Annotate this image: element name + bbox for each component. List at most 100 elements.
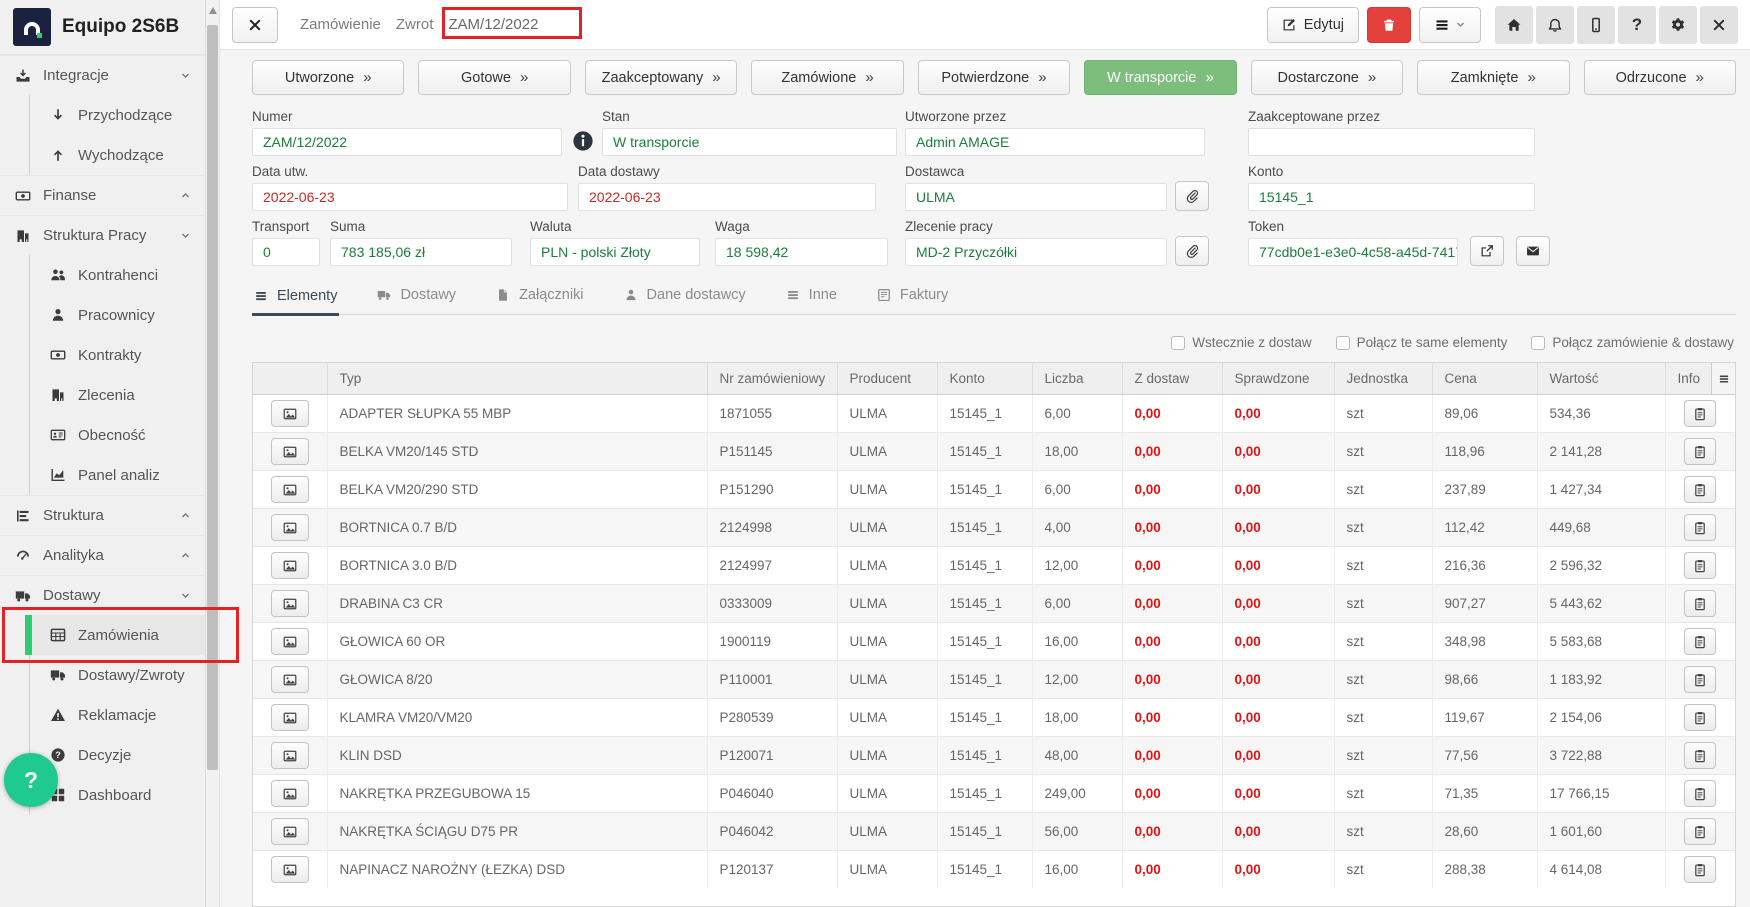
close-view-button[interactable]: [232, 7, 278, 43]
sidebar-item-integracje[interactable]: Integracje: [0, 55, 205, 95]
sidebar-item-kontrahenci[interactable]: Kontrahenci: [30, 255, 205, 295]
column-config-button[interactable]: [1711, 363, 1735, 395]
zaakceptowane-przez-value[interactable]: [1248, 128, 1535, 156]
sidebar-item-struktura[interactable]: Struktura: [0, 495, 205, 535]
row-info-button[interactable]: [1684, 438, 1716, 465]
sidebar-item-dostawy-zwroty[interactable]: Dostawy/Zwroty: [30, 655, 205, 695]
status-gotowe-button[interactable]: Gotowe»: [418, 60, 570, 95]
row-info-button[interactable]: [1684, 628, 1716, 655]
table-row[interactable]: NAKRĘTKA PRZEGUBOWA 15 P046040 ULMA 1514…: [253, 775, 1735, 813]
row-info-button[interactable]: [1684, 856, 1716, 883]
column-typ[interactable]: Typ: [327, 363, 707, 395]
tab-inne[interactable]: Inne: [784, 278, 839, 314]
column-sprawdzone[interactable]: Sprawdzone: [1222, 363, 1334, 395]
row-image-button[interactable]: [271, 552, 309, 579]
sidebar-item-obecnosc[interactable]: Obecność: [30, 415, 205, 455]
waga-value[interactable]: 18 598,42: [715, 238, 888, 266]
column-wartosc[interactable]: Wartość: [1537, 363, 1665, 395]
row-image-button[interactable]: [271, 438, 309, 465]
column-z-dostaw[interactable]: Z dostaw: [1122, 363, 1222, 395]
sidebar-item-kontrakty[interactable]: Kontrakty: [30, 335, 205, 375]
row-info-button[interactable]: [1684, 780, 1716, 807]
notifications-button[interactable]: [1536, 6, 1574, 44]
row-image-button[interactable]: [271, 818, 309, 845]
tab-dane-dostawcy[interactable]: Dane dostawcy: [622, 278, 748, 314]
table-row[interactable]: BORTNICA 3.0 B/D 2124997 ULMA 15145_1 12…: [253, 547, 1735, 585]
sidebar-item-dostawy[interactable]: Dostawy: [0, 575, 205, 615]
scrollbar-thumb[interactable]: [207, 25, 218, 770]
status-zamowione-button[interactable]: Zamówione»: [751, 60, 903, 95]
column-producent[interactable]: Producent: [837, 363, 937, 395]
table-row[interactable]: BELKA VM20/145 STD P151145 ULMA 15145_1 …: [253, 433, 1735, 471]
row-info-button[interactable]: [1684, 590, 1716, 617]
column-konto[interactable]: Konto: [937, 363, 1032, 395]
row-info-button[interactable]: [1684, 742, 1716, 769]
checkbox-icon[interactable]: [1336, 336, 1350, 350]
status-w-transporcie-button[interactable]: W transporcie»: [1084, 60, 1236, 95]
status-odrzucone-button[interactable]: Odrzucone»: [1584, 60, 1736, 95]
tab-faktury[interactable]: Faktury: [875, 278, 950, 314]
table-row[interactable]: BORTNICA 0.7 B/D 2124998 ULMA 15145_1 4,…: [253, 509, 1735, 547]
sidebar-item-analityka[interactable]: Analityka: [0, 535, 205, 575]
row-image-button[interactable]: [271, 704, 309, 731]
row-info-button[interactable]: [1684, 476, 1716, 503]
row-image-button[interactable]: [271, 590, 309, 617]
row-image-button[interactable]: [271, 742, 309, 769]
table-row[interactable]: GŁOWICA 60 OR 1900119 ULMA 15145_1 16,00…: [253, 623, 1735, 661]
row-info-button[interactable]: [1684, 666, 1716, 693]
menu-dropdown-button[interactable]: [1419, 7, 1481, 43]
status-potwierdzone-button[interactable]: Potwierdzone»: [918, 60, 1070, 95]
checkbox-icon[interactable]: [1531, 336, 1545, 350]
sidebar-item-przychodzace[interactable]: Przychodzące: [30, 95, 205, 135]
mobile-button[interactable]: [1577, 6, 1615, 44]
token-open-button[interactable]: [1470, 236, 1504, 266]
scrollbar-up-arrow-icon[interactable]: [209, 7, 217, 14]
row-image-button[interactable]: [271, 780, 309, 807]
zlecenie-pracy-value[interactable]: MD-2 Przyczółki: [905, 238, 1167, 266]
dostawca-value[interactable]: ULMA: [905, 183, 1167, 211]
checkbox-icon[interactable]: [1171, 336, 1185, 350]
page-scrollbar[interactable]: [206, 0, 220, 907]
option-wstecznie-z-dostaw[interactable]: Wstecznie z dostaw: [1171, 335, 1311, 350]
help-bubble-button[interactable]: ?: [4, 753, 58, 807]
row-info-button[interactable]: [1684, 552, 1716, 579]
sidebar-item-zamowienia[interactable]: Zamówienia: [30, 615, 205, 655]
column-jednostka[interactable]: Jednostka: [1334, 363, 1432, 395]
sidebar-item-finanse[interactable]: Finanse: [0, 175, 205, 215]
table-row[interactable]: DRABINA C3 CR 0333009 ULMA 15145_1 6,00 …: [253, 585, 1735, 623]
waluta-value[interactable]: PLN - polski Złoty: [530, 238, 700, 266]
konto-value[interactable]: 15145_1: [1248, 183, 1535, 211]
row-image-button[interactable]: [271, 400, 309, 427]
data-utw-value[interactable]: 2022-06-23: [252, 183, 568, 211]
info-icon[interactable]: [572, 130, 594, 152]
sidebar-item-decyzje[interactable]: Decyzje: [30, 735, 205, 775]
status-zaakceptowany-button[interactable]: Zaakceptowany»: [585, 60, 737, 95]
tab-zalaczniki[interactable]: Załączniki: [494, 278, 585, 314]
numer-value[interactable]: ZAM/12/2022: [252, 128, 562, 156]
sidebar-item-pracownicy[interactable]: Pracownicy: [30, 295, 205, 335]
row-info-button[interactable]: [1684, 400, 1716, 427]
row-image-button[interactable]: [271, 514, 309, 541]
zlecenie-link-button[interactable]: [1175, 236, 1209, 266]
row-image-button[interactable]: [271, 476, 309, 503]
data-dostawy-value[interactable]: 2022-06-23: [578, 183, 876, 211]
delete-button[interactable]: [1367, 7, 1411, 43]
status-zamkniete-button[interactable]: Zamknięte»: [1417, 60, 1569, 95]
sidebar-item-wychodzace[interactable]: Wychodzące: [30, 135, 205, 175]
utworzone-przez-value[interactable]: Admin AMAGE: [905, 128, 1205, 156]
column-cena[interactable]: Cena: [1432, 363, 1537, 395]
table-row[interactable]: KLIN DSD P120071 ULMA 15145_1 48,00 0,00…: [253, 737, 1735, 775]
status-utworzone-button[interactable]: Utworzone»: [252, 60, 404, 95]
row-info-button[interactable]: [1684, 514, 1716, 541]
tab-dostawy[interactable]: Dostawy: [375, 278, 458, 314]
dostawca-link-button[interactable]: [1175, 181, 1209, 211]
row-info-button[interactable]: [1684, 818, 1716, 845]
token-mail-button[interactable]: [1516, 236, 1550, 266]
stan-value[interactable]: W transporcie: [602, 128, 897, 156]
home-button[interactable]: [1495, 6, 1533, 44]
sidebar-item-reklamacje[interactable]: Reklamacje: [30, 695, 205, 735]
row-image-button[interactable]: [271, 628, 309, 655]
row-image-button[interactable]: [271, 666, 309, 693]
table-row[interactable]: BELKA VM20/290 STD P151290 ULMA 15145_1 …: [253, 471, 1735, 509]
transport-value[interactable]: 0: [252, 238, 320, 266]
